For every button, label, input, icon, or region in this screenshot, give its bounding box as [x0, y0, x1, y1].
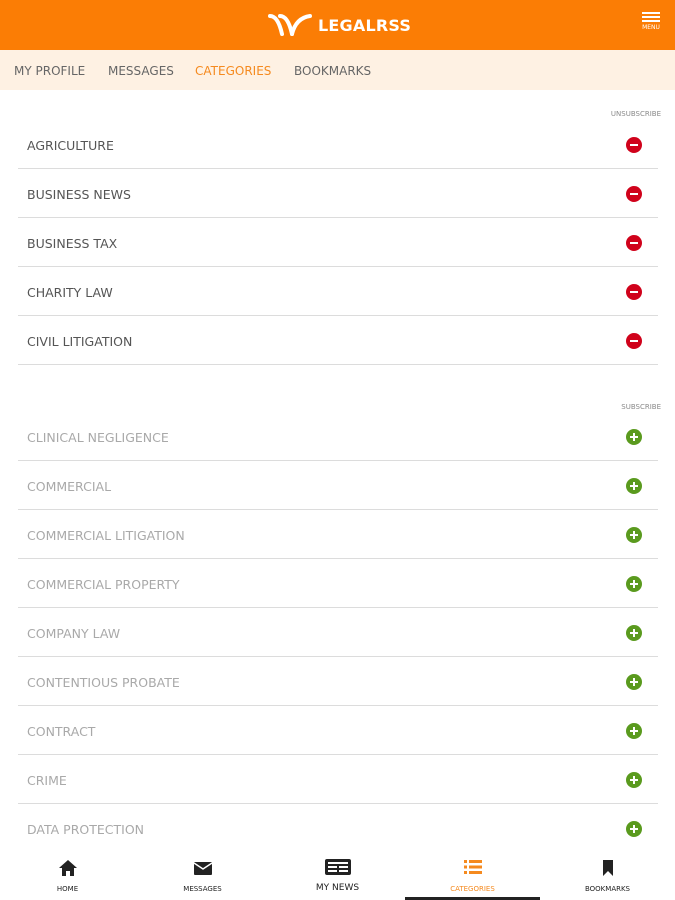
plus-circle-icon[interactable] [626, 674, 642, 690]
unsubscribe-header: UNSUBSCRIBE [610, 110, 661, 118]
tab-messages[interactable]: MESSAGES [135, 850, 270, 900]
category-row: CRIME [18, 755, 658, 804]
category-label: CHARITY LAW [27, 285, 113, 300]
category-label: COMPANY LAW [27, 626, 121, 641]
minus-circle-icon[interactable] [626, 284, 642, 300]
minus-circle-icon[interactable] [626, 137, 642, 153]
category-row: AGRICULTURE [18, 120, 658, 169]
tab-home[interactable]: HOME [0, 850, 135, 900]
minus-circle-icon[interactable] [626, 333, 642, 349]
category-row: BUSINESS NEWS [18, 169, 658, 218]
category-label: CONTRACT [27, 724, 96, 739]
hamburger-icon [642, 12, 660, 14]
list-icon [463, 860, 482, 874]
tab-label: MESSAGES [183, 885, 222, 893]
menu-button[interactable]: MENU [639, 10, 663, 40]
legalrss-logo[interactable]: LEGALRSS [268, 12, 411, 38]
category-label: AGRICULTURE [27, 138, 114, 153]
category-label: COMMERCIAL PROPERTY [27, 577, 180, 592]
sub-navigation: MY PROFILE MESSAGES CATEGORIES BOOKMARKS [0, 50, 675, 90]
plus-circle-icon[interactable] [626, 576, 642, 592]
category-row: BUSINESS TAX [18, 218, 658, 267]
tab-label: MY NEWS [315, 883, 360, 893]
plus-circle-icon[interactable] [626, 772, 642, 788]
category-row: COMMERCIAL [18, 461, 658, 510]
subscribe-header: SUBSCRIBE [621, 403, 661, 411]
logo-mark-icon [268, 14, 312, 36]
category-label: COMMERCIAL LITIGATION [27, 528, 185, 543]
subnav-categories[interactable]: CATEGORIES [195, 64, 271, 78]
category-row: COMMERCIAL PROPERTY [18, 559, 658, 608]
subnav-my-profile[interactable]: MY PROFILE [14, 64, 85, 78]
app-header: LEGALRSS MENU [0, 0, 675, 50]
minus-circle-icon[interactable] [626, 235, 642, 251]
subnav-messages[interactable]: MESSAGES [108, 64, 174, 78]
plus-circle-icon[interactable] [626, 527, 642, 543]
category-row: CONTRACT [18, 706, 658, 755]
category-label: CIVIL LITIGATION [27, 334, 133, 349]
category-row: CONTENTIOUS PROBATE [18, 657, 658, 706]
category-label: CONTENTIOUS PROBATE [27, 675, 180, 690]
plus-circle-icon[interactable] [626, 429, 642, 445]
subnav-bookmarks[interactable]: BOOKMARKS [294, 64, 371, 78]
tab-bookmarks[interactable]: BOOKMARKS [540, 850, 675, 900]
plus-circle-icon[interactable] [626, 478, 642, 494]
category-row: CIVIL LITIGATION [18, 316, 658, 365]
tab-label: HOME [56, 885, 79, 893]
bookmark-icon [602, 860, 613, 876]
bottom-navigation: HOME MESSAGES MY NEWS CATEGORIES BOOKMAR… [0, 850, 675, 900]
category-label: DATA PROTECTION [27, 822, 145, 837]
tab-my-news[interactable]: MY NEWS [270, 850, 405, 900]
menu-label: MENU [642, 24, 660, 31]
category-label: CRIME [27, 773, 67, 788]
plus-circle-icon[interactable] [626, 625, 642, 641]
category-row: COMPANY LAW [18, 608, 658, 657]
tab-label: BOOKMARKS [584, 885, 630, 893]
minus-circle-icon[interactable] [626, 186, 642, 202]
tab-categories[interactable]: CATEGORIES [405, 850, 540, 900]
category-label: BUSINESS NEWS [27, 187, 131, 202]
category-row: COMMERCIAL LITIGATION [18, 510, 658, 559]
category-label: COMMERCIAL [27, 479, 112, 494]
plus-circle-icon[interactable] [626, 821, 642, 837]
category-row: DATA PROTECTION [18, 804, 658, 853]
category-row: CHARITY LAW [18, 267, 658, 316]
plus-circle-icon[interactable] [626, 723, 642, 739]
home-icon [58, 860, 77, 876]
category-label: BUSINESS TAX [27, 236, 118, 251]
category-row: CLINICAL NEGLIGENCE [18, 412, 658, 461]
newspaper-icon [324, 859, 351, 875]
tab-label: CATEGORIES [450, 885, 495, 893]
envelope-icon [193, 862, 212, 875]
category-label: CLINICAL NEGLIGENCE [27, 430, 169, 445]
logo-text: LEGALRSS [318, 15, 412, 35]
